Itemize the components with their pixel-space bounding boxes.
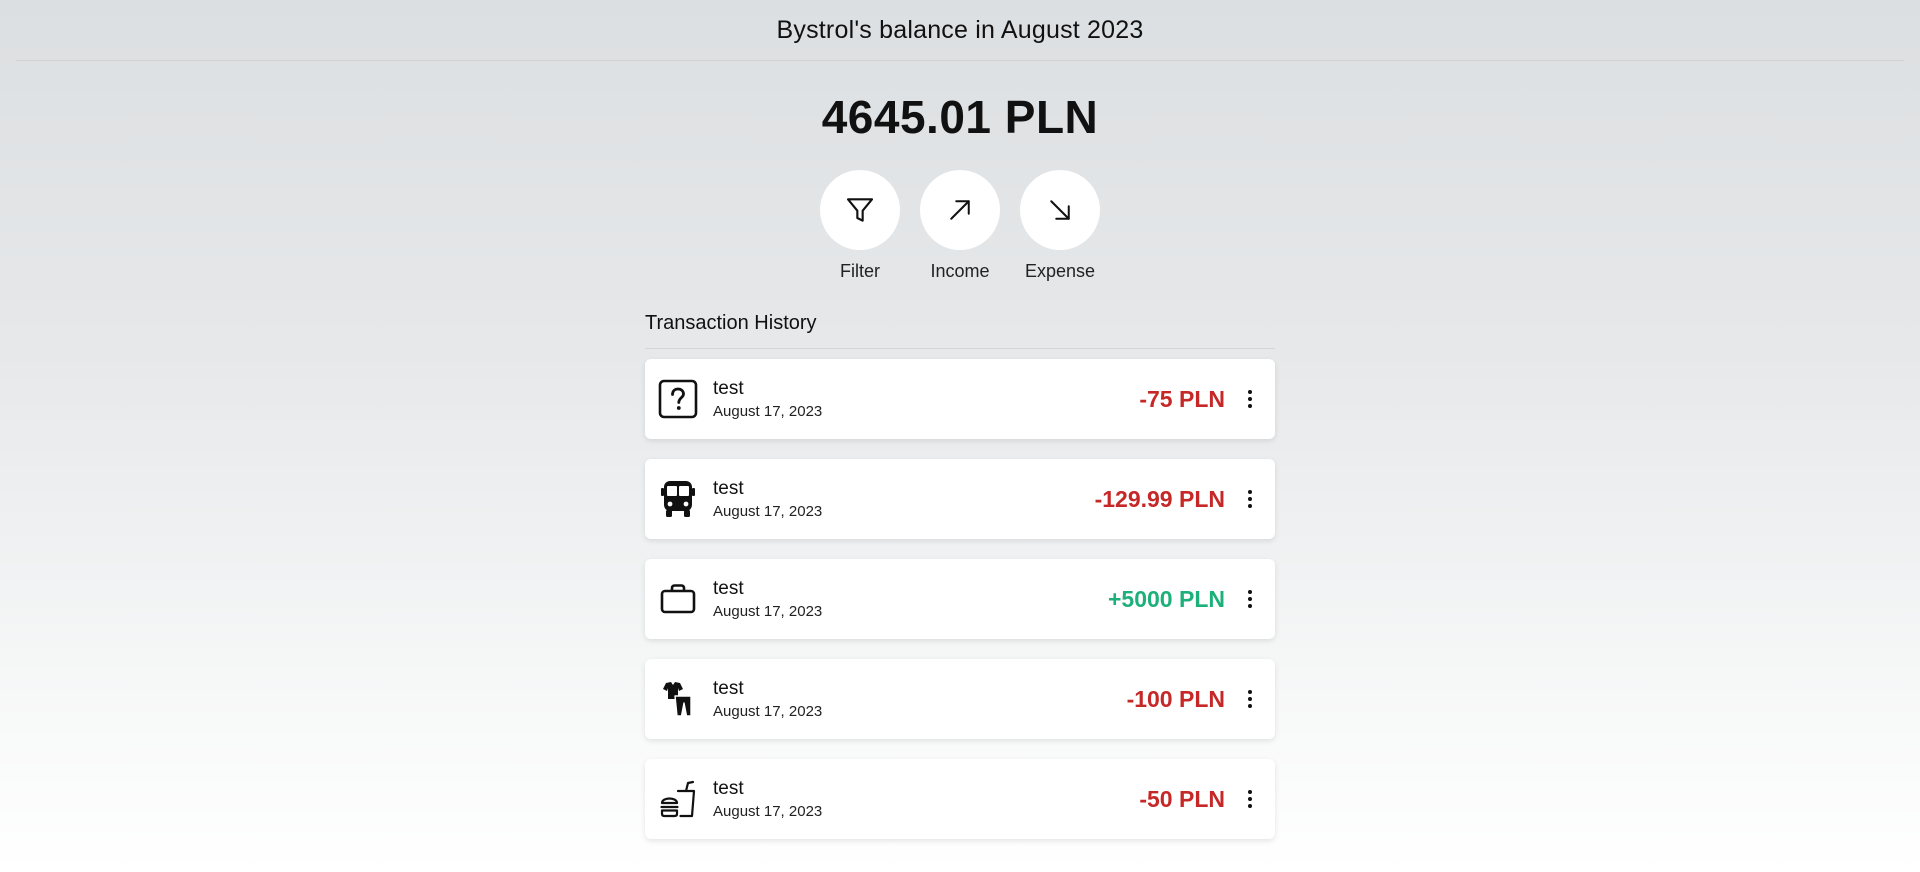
briefcase-icon [657, 578, 699, 620]
transaction-history-title: Transaction History [645, 312, 1275, 349]
more-vertical-icon [1248, 690, 1252, 708]
bus-icon [657, 478, 699, 520]
income-button-circle[interactable] [920, 170, 1000, 250]
transaction-card[interactable]: test August 17, 2023 -50 PLN [645, 759, 1275, 839]
transaction-date: August 17, 2023 [713, 403, 823, 421]
transaction-amount: +5000 PLN [1108, 585, 1225, 612]
transaction-text: test August 17, 2023 [713, 678, 1127, 721]
transaction-name: test [713, 377, 744, 399]
expense-label: Expense [1024, 261, 1096, 281]
more-vertical-icon [1248, 790, 1252, 808]
transaction-list: test August 17, 2023 -75 PLN test August… [645, 359, 1275, 839]
transaction-amount: -129.99 PLN [1094, 485, 1225, 512]
transaction-text: test August 17, 2023 [713, 378, 1139, 421]
balance-amount: 4645.01 PLN [821, 91, 1099, 143]
transaction-text: test August 17, 2023 [713, 578, 1108, 621]
more-options-button[interactable] [1239, 382, 1261, 416]
arrow-down-right-icon [1050, 200, 1070, 220]
transaction-name: test [713, 477, 744, 499]
filter-button-circle[interactable] [820, 170, 900, 250]
more-options-button[interactable] [1239, 482, 1261, 516]
transaction-name: test [713, 777, 744, 799]
transaction-date: August 17, 2023 [713, 503, 823, 521]
expense-button-circle[interactable] [1020, 170, 1100, 250]
action-buttons: Filter Income Expense [0, 170, 1920, 282]
income-button[interactable]: Income [920, 170, 1000, 282]
expense-button[interactable]: Expense [1020, 170, 1100, 282]
transaction-card[interactable]: test August 17, 2023 +5000 PLN [645, 559, 1275, 639]
more-vertical-icon [1248, 590, 1252, 608]
filter-button[interactable]: Filter [820, 170, 900, 282]
more-options-button[interactable] [1239, 682, 1261, 716]
fast-food-icon [657, 778, 699, 820]
question-mark-icon [657, 378, 699, 420]
transaction-text: test August 17, 2023 [713, 478, 1095, 521]
filter-label: Filter [840, 261, 880, 281]
filter-icon [846, 198, 874, 222]
transaction-date: August 17, 2023 [713, 603, 823, 621]
transaction-amount: -100 PLN [1126, 685, 1225, 712]
more-options-button[interactable] [1239, 582, 1261, 616]
transaction-card[interactable]: test August 17, 2023 -129.99 PLN [645, 459, 1275, 539]
page-title: Bystrol's balance in August 2023 [776, 15, 1144, 44]
transaction-date: August 17, 2023 [713, 803, 823, 821]
transaction-text: test August 17, 2023 [713, 778, 1139, 821]
transaction-name: test [713, 577, 744, 599]
income-label: Income [930, 261, 990, 281]
transaction-date: August 17, 2023 [713, 703, 823, 721]
more-vertical-icon [1248, 390, 1252, 408]
transaction-name: test [713, 677, 744, 699]
arrow-up-right-icon [950, 200, 970, 220]
transaction-card[interactable]: test August 17, 2023 -100 PLN [645, 659, 1275, 739]
clothes-icon [657, 678, 699, 720]
transaction-amount: -50 PLN [1139, 785, 1225, 812]
transaction-card[interactable]: test August 17, 2023 -75 PLN [645, 359, 1275, 439]
transaction-amount: -75 PLN [1139, 385, 1225, 412]
more-vertical-icon [1248, 490, 1252, 508]
more-options-button[interactable] [1239, 782, 1261, 816]
transaction-history: Transaction History test August 17, 2023… [645, 312, 1275, 839]
top-bar: Bystrol's balance in August 2023 [16, 0, 1904, 61]
